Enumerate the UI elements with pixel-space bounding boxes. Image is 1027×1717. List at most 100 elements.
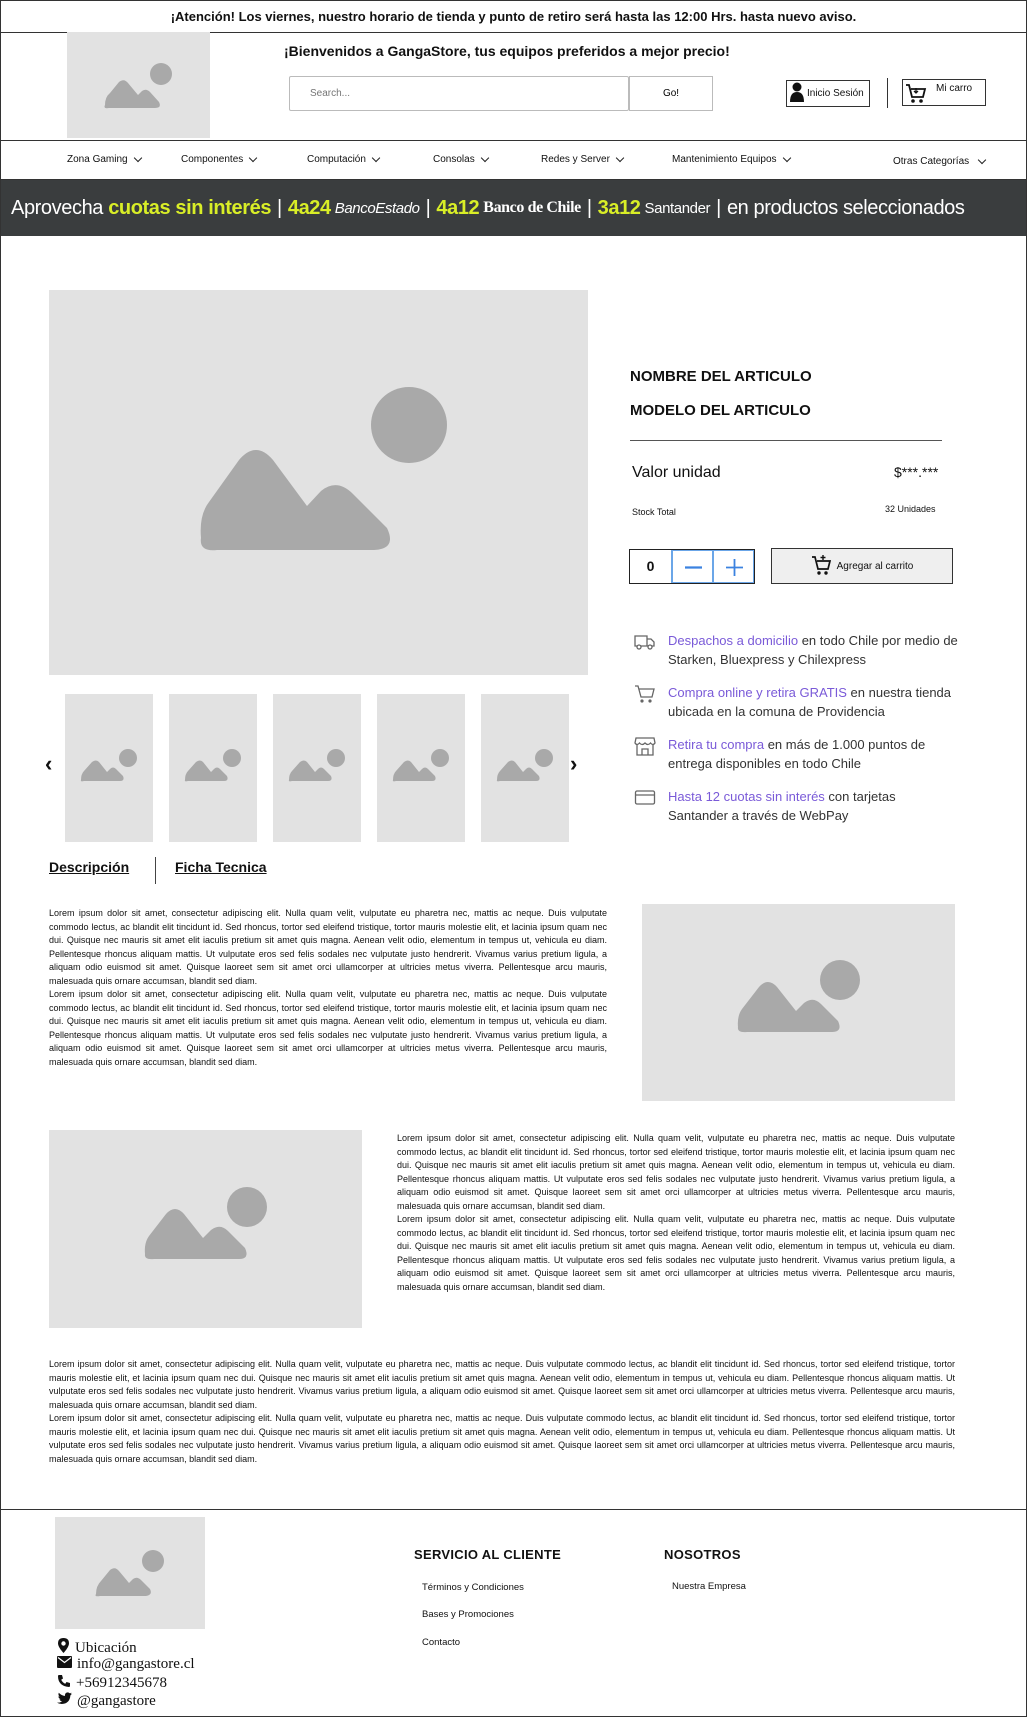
stock-value: 32 Unidades: [885, 504, 936, 514]
announcement-bar: ¡Atención! Los viernes, nuestro horario …: [1, 1, 1026, 33]
chevron-down-icon: [480, 153, 489, 163]
feature-delivery: Despachos a domicilio en todo Chile por …: [634, 631, 958, 669]
banner-text-end: en productos seleccionados: [726, 196, 965, 219]
price-label: Valor unidad: [632, 464, 721, 481]
welcome-message: ¡Bienvenidos a GangaStore, tus equipos p…: [284, 43, 730, 59]
header-divider: [887, 78, 888, 108]
add-to-cart-button[interactable]: Agregar al carrito: [771, 548, 953, 584]
store-logo[interactable]: [67, 32, 210, 138]
product-thumbnail[interactable]: [169, 694, 257, 842]
footer-service-title: SERVICIO AL CLIENTE: [414, 1547, 562, 1562]
feature-pickup-points: Retira tu compra en más de 1.000 puntos …: [634, 735, 958, 773]
santander-logo: Santander: [644, 199, 711, 217]
login-button[interactable]: Inicio Sesión: [786, 80, 870, 107]
twitter-label: @gangastore: [77, 1692, 156, 1709]
add-to-cart-label: Agregar al carrito: [836, 560, 914, 572]
tab-specs[interactable]: Ficha Tecnica: [175, 859, 267, 875]
credit-card-icon: [634, 787, 656, 812]
product-thumbnail[interactable]: [65, 694, 153, 842]
product-main-image[interactable]: [49, 290, 588, 675]
location-label: Ubicación: [75, 1639, 137, 1656]
banner-highlight: cuotas sin interés: [108, 196, 272, 219]
banner-separator: |: [425, 196, 431, 219]
minus-icon: [685, 566, 702, 569]
search-go-button[interactable]: Go!: [629, 76, 713, 111]
cart-icon: [905, 83, 927, 108]
feature-link[interactable]: Compra online y retira GRATIS: [668, 685, 847, 700]
cart-icon: [634, 683, 656, 710]
nav-label: Mantenimiento Equipos: [672, 154, 777, 165]
cart-plus-icon: [811, 554, 831, 579]
nav-item-computacion[interactable]: Computación: [307, 153, 381, 165]
chevron-down-icon: [133, 153, 142, 163]
footer-phone[interactable]: +56912345678: [57, 1674, 167, 1693]
quantity-value[interactable]: 0: [630, 550, 672, 583]
nav-label: Otras Categorías: [893, 156, 970, 167]
description-paragraph: Lorem ipsum dolor sit amet, consectetur …: [397, 1214, 955, 1292]
footer-link-promotions[interactable]: Bases y Promociones: [422, 1609, 514, 1620]
phone-label: +56912345678: [76, 1675, 167, 1691]
nav-item-componentes[interactable]: Componentes: [181, 153, 258, 165]
banner-installments-2: 4a12: [436, 196, 480, 219]
increase-button[interactable]: [713, 550, 754, 583]
chevron-down-icon: [977, 155, 987, 165]
footer-link-contact[interactable]: Contacto: [422, 1637, 460, 1648]
banner-separator: |: [716, 196, 721, 219]
twitter-icon: [57, 1692, 72, 1710]
footer-link-terms[interactable]: Términos y Condiciones: [422, 1582, 524, 1593]
banner-separator: |: [277, 196, 282, 219]
product-thumbnail[interactable]: [273, 694, 361, 842]
search-input[interactable]: [289, 76, 629, 111]
footer-twitter[interactable]: @gangastore: [57, 1692, 156, 1710]
chevron-down-icon: [615, 153, 625, 163]
footer-about-title: NOSOTROS: [664, 1547, 741, 1562]
gallery-prev-arrow[interactable]: ‹: [45, 751, 52, 777]
product-price: $***.***: [894, 464, 939, 480]
description-text-block: Lorem ipsum dolor sit amet, consectetur …: [49, 907, 607, 1069]
bancoestado-logo: BancoEstado: [334, 199, 420, 217]
nav-item-otras-categorias[interactable]: Otras Categorías: [893, 155, 987, 167]
decrease-button[interactable]: [672, 550, 713, 583]
envelope-icon: [57, 1656, 72, 1673]
banner-installments-3: 3a12: [597, 196, 641, 219]
product-thumbnail[interactable]: [377, 694, 465, 842]
nav-item-consolas[interactable]: Consolas: [433, 153, 489, 165]
description-image: [49, 1130, 362, 1328]
nav-label: Computación: [307, 154, 366, 165]
description-image: [642, 904, 955, 1101]
description-paragraph: Lorem ipsum dolor sit amet, consectetur …: [49, 908, 607, 986]
footer-email[interactable]: info@gangastore.cl: [57, 1656, 195, 1673]
login-label: Inicio Sesión: [807, 88, 864, 99]
description-text-block: Lorem ipsum dolor sit amet, consectetur …: [397, 1132, 955, 1294]
tab-description[interactable]: Descripción: [49, 859, 129, 875]
plus-icon: [726, 559, 743, 576]
phone-icon: [57, 1674, 71, 1693]
nav-item-redes-server[interactable]: Redes y Server: [541, 153, 625, 165]
description-paragraph: Lorem ipsum dolor sit amet, consectetur …: [49, 1359, 955, 1410]
gallery-next-arrow[interactable]: ›: [570, 751, 577, 777]
description-text-block: Lorem ipsum dolor sit amet, consectetur …: [49, 1358, 955, 1466]
cart-button[interactable]: Mi carro: [902, 79, 986, 106]
promo-banner[interactable]: Aprovecha cuotas sin interés | 4a24 Banc…: [1, 180, 1026, 236]
nav-item-zona-gaming[interactable]: Zona Gaming: [67, 153, 142, 165]
nav-label: Componentes: [181, 154, 244, 165]
nav-item-mantenimiento[interactable]: Mantenimiento Equipos: [672, 153, 791, 165]
user-icon: [789, 81, 805, 106]
feature-link[interactable]: Retira tu compra: [668, 737, 764, 752]
footer-link-company[interactable]: Nuestra Empresa: [672, 1581, 746, 1592]
banner-installments-1: 4a24: [287, 196, 331, 219]
banner-text: Aprovecha: [11, 196, 109, 219]
product-name: NOMBRE DEL ARTICULO: [630, 368, 812, 385]
feature-link[interactable]: Despachos a domicilio: [668, 633, 798, 648]
feature-link[interactable]: Hasta 12 cuotas sin interés: [668, 789, 825, 804]
footer-logo[interactable]: [55, 1517, 205, 1629]
nav-label: Consolas: [433, 154, 475, 165]
chevron-down-icon: [371, 153, 381, 163]
category-nav: Zona Gaming Componentes Computación Cons…: [1, 140, 1026, 180]
truck-icon: [634, 631, 656, 656]
chevron-down-icon: [249, 153, 258, 163]
description-paragraph: Lorem ipsum dolor sit amet, consectetur …: [49, 989, 607, 1067]
tab-divider: [155, 857, 156, 884]
product-thumbnail[interactable]: [481, 694, 569, 842]
nav-label: Redes y Server: [541, 154, 610, 165]
